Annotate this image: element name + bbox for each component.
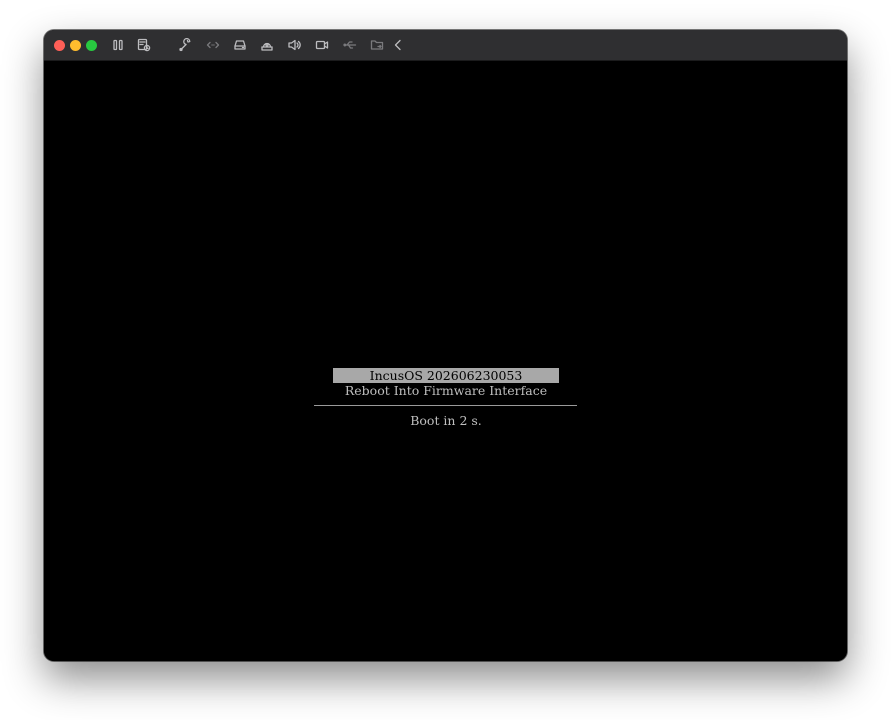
boot-entry-incusos[interactable]: IncusOS 202606230053 [333,368,559,383]
title-bar [44,30,847,61]
camera-icon[interactable] [314,37,330,53]
speaker-icon[interactable] [286,37,302,53]
usb-icon[interactable] [342,37,358,53]
menu-divider [314,405,577,406]
disc-icon[interactable] [259,37,275,53]
vm-window: IncusOS 202606230053 Reboot Into Firmwar… [44,30,847,661]
minimize-window-button[interactable] [70,40,81,51]
shared-folder-icon[interactable] [369,37,385,53]
chevron-left-icon[interactable] [390,37,406,53]
boot-countdown: Boot in 2 s. [410,413,482,428]
wrench-icon[interactable] [177,37,193,53]
pause-icon[interactable] [110,37,126,53]
close-window-button[interactable] [54,40,65,51]
vm-display[interactable]: IncusOS 202606230053 Reboot Into Firmwar… [44,61,847,661]
boot-entry-firmware[interactable]: Reboot Into Firmware Interface [333,383,559,398]
zoom-window-button[interactable] [86,40,97,51]
drive-icon[interactable] [232,37,248,53]
network-icon[interactable] [205,37,221,53]
snapshot-icon[interactable] [136,37,152,53]
